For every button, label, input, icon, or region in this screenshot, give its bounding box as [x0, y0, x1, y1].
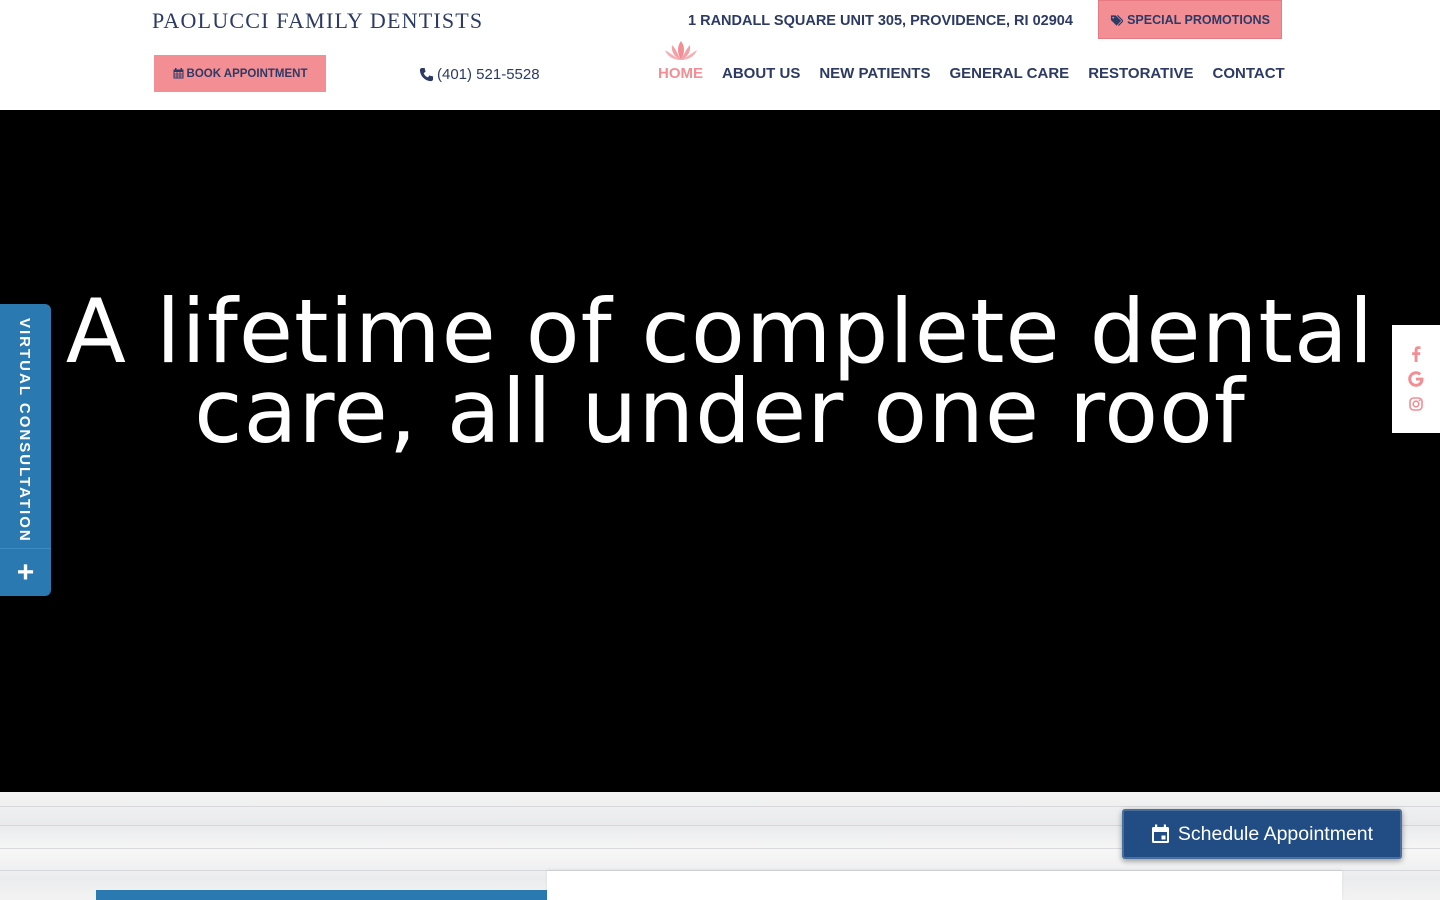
phone-number: (401) 521-5528 [437, 66, 540, 83]
site-header: PAOLUCCI FAMILY DENTISTS 1 RANDALL SQUAR… [0, 0, 1440, 110]
book-appointment-label: BOOK APPOINTMENT [186, 67, 308, 80]
nav-home[interactable]: HOME [658, 65, 703, 82]
google-icon[interactable] [1407, 370, 1425, 388]
address-text: 1 RANDALL SQUARE UNIT 305, PROVIDENCE, R… [688, 13, 1073, 29]
calendar-icon [1151, 824, 1169, 843]
virtual-consultation-label: VIRTUAL CONSULTATION [16, 318, 33, 543]
schedule-appointment-label: Schedule Appointment [1177, 822, 1374, 845]
instagram-icon[interactable] [1407, 395, 1425, 413]
nav-general-care[interactable]: GENERAL CARE [949, 65, 1069, 82]
tag-icon [1111, 14, 1124, 26]
schedule-appointment-button[interactable]: Schedule Appointment [1122, 809, 1402, 859]
calendar-icon [173, 68, 184, 79]
blue-panel-edge [96, 890, 547, 900]
nav-new-patients[interactable]: NEW PATIENTS [819, 65, 930, 82]
social-sidebar [1392, 325, 1440, 433]
nav-restorative[interactable]: RESTORATIVE [1088, 65, 1193, 82]
lotus-icon [665, 41, 697, 60]
wood-texture-line [0, 806, 1440, 807]
hero-headline: A lifetime of complete dental care, all … [0, 288, 1440, 463]
hero-banner: A lifetime of complete dental care, all … [0, 110, 1440, 792]
nav-about-us[interactable]: ABOUT US [722, 65, 800, 82]
hero-headline-line-2: care, all under one roof [194, 360, 1246, 463]
nav-contact[interactable]: CONTACT [1213, 65, 1285, 82]
main-nav: HOME ABOUT US NEW PATIENTS GENERAL CARE … [658, 65, 1285, 82]
special-promotions-button[interactable]: SPECIAL PROMOTIONS [1098, 0, 1282, 39]
facebook-icon[interactable] [1407, 345, 1425, 363]
content-card-edge [547, 871, 1342, 900]
plus-icon[interactable]: + [0, 548, 51, 596]
site-logo[interactable]: PAOLUCCI FAMILY DENTISTS [152, 8, 483, 34]
phone-icon [419, 67, 434, 82]
book-appointment-button[interactable]: BOOK APPOINTMENT [154, 55, 326, 92]
special-promotions-label: SPECIAL PROMOTIONS [1127, 12, 1270, 27]
phone-link[interactable]: (401) 521-5528 [419, 66, 540, 83]
